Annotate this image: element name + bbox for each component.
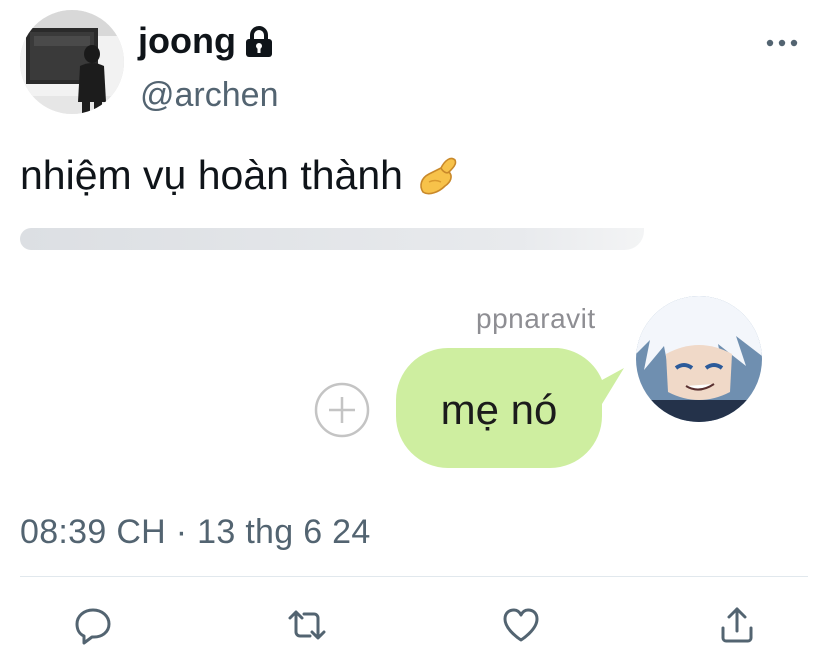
share-icon[interactable] <box>716 604 758 646</box>
chat-message-bubble: mẹ nó <box>396 348 632 468</box>
tweet-text: nhiệm vụ hoàn thành <box>20 148 461 202</box>
lock-icon <box>242 24 276 58</box>
reply-icon[interactable] <box>72 604 114 646</box>
tweet-timestamp[interactable]: 08:39 CH · 13 thg 6 24 <box>20 510 371 554</box>
media-top-strip <box>20 228 644 250</box>
pinching-hand-emoji <box>415 152 461 198</box>
tweet-page: joong @archen nhiệm vụ hoàn thành ppnara… <box>0 0 828 666</box>
tweet-media[interactable]: ppnaravit mẹ nó <box>0 224 828 500</box>
tweet-text-content: nhiệm vụ hoàn thành <box>20 152 403 198</box>
chat-sender-name: ppnaravit <box>476 303 596 334</box>
profile-avatar[interactable] <box>20 10 124 114</box>
user-handle[interactable]: @archen <box>140 72 278 118</box>
divider <box>20 576 808 577</box>
plus-circle-icon[interactable] <box>312 380 372 440</box>
display-name[interactable]: joong <box>138 18 276 64</box>
retweet-icon[interactable] <box>286 604 328 646</box>
display-name-text[interactable]: joong <box>138 18 236 64</box>
chat-avatar <box>636 296 762 422</box>
chat-message-text: mẹ nó <box>440 386 558 433</box>
like-icon[interactable] <box>500 604 542 646</box>
more-options-icon[interactable] <box>760 28 804 58</box>
